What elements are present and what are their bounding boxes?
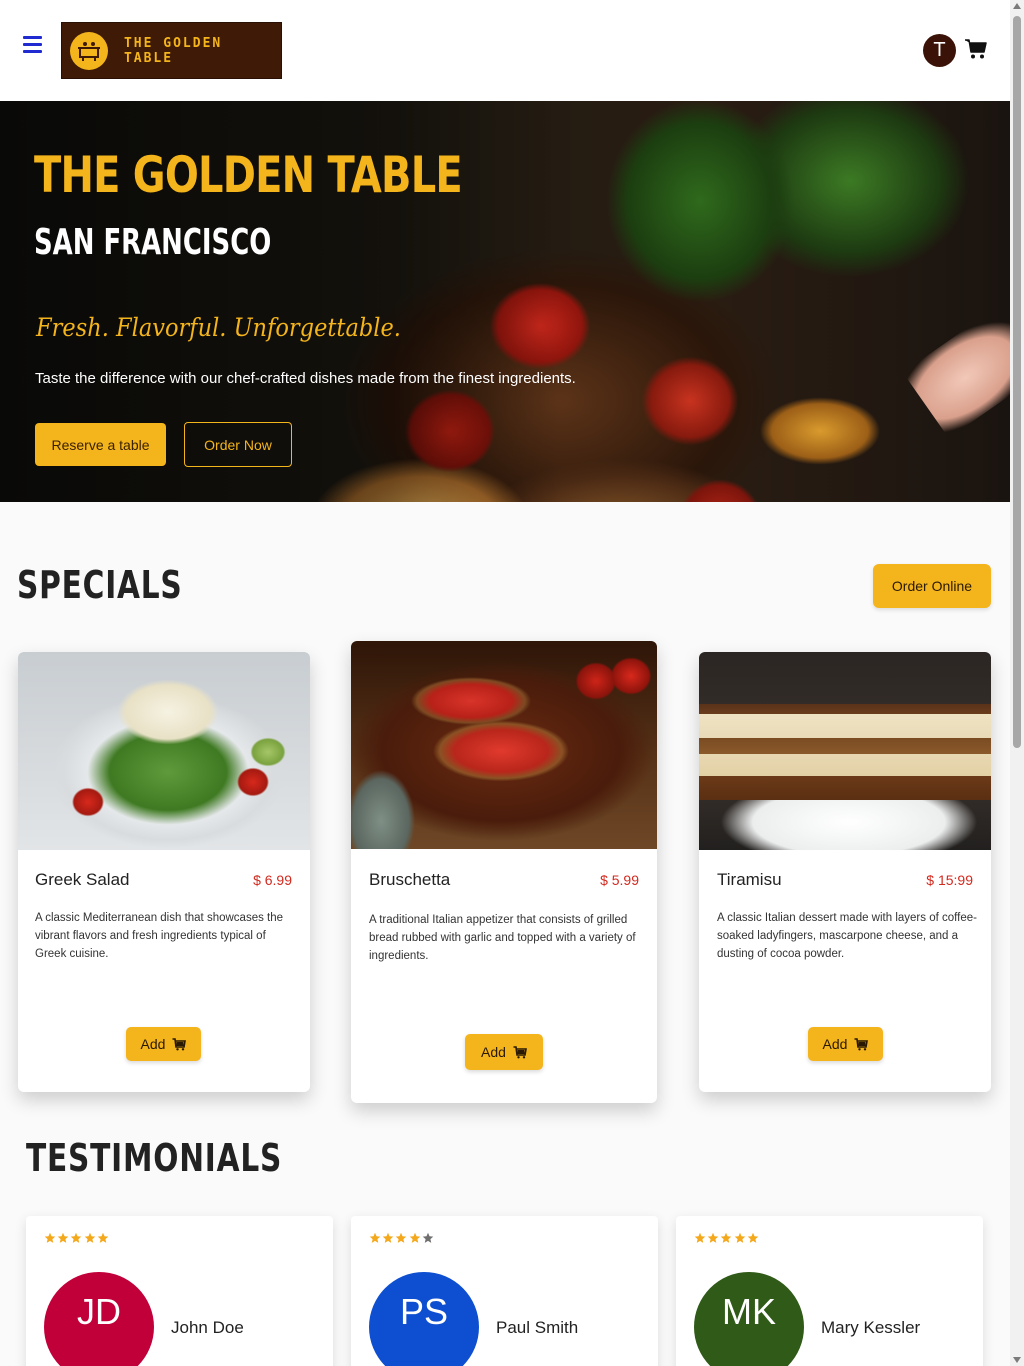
dish-description: A classic Mediterranean dish that showca…: [35, 912, 284, 960]
hero-tagline: Fresh. Flavorful. Unforgettable.: [36, 313, 401, 342]
page-scrollbar[interactable]: [1010, 0, 1024, 1366]
add-label: Add: [822, 1036, 848, 1052]
hero-subtitle: SAN FRANCISCO: [34, 222, 272, 263]
scroll-up-arrow-icon[interactable]: [1013, 3, 1021, 9]
star-filled-icon: [71, 1232, 82, 1243]
star-filled-icon: [734, 1232, 745, 1243]
cart-plus-icon: [513, 1045, 527, 1058]
dish-description: A traditional Italian appetizer that con…: [369, 914, 636, 962]
add-to-cart-button[interactable]: Add: [808, 1027, 883, 1061]
star-filled-icon: [396, 1232, 407, 1243]
add-label: Add: [481, 1044, 506, 1060]
dish-name: Greek Salad: [35, 870, 130, 889]
star-filled-icon: [369, 1232, 381, 1243]
star-filled-icon: [747, 1232, 758, 1243]
brand-logo[interactable]: THE GOLDEN TABLE: [61, 22, 282, 79]
star-filled-icon: [382, 1232, 394, 1243]
order-online-button[interactable]: Order Online: [873, 564, 991, 608]
star-filled-icon: [97, 1232, 108, 1243]
reviewer-avatar: PS: [369, 1272, 479, 1366]
star-filled-icon: [721, 1232, 732, 1243]
hero-banner: THE GOLDEN TABLE SAN FRANCISCO Fresh. Fl…: [0, 101, 1010, 502]
dish-price: $ 6.99: [253, 872, 292, 888]
page: THE GOLDEN TABLE T THE GOLDEN TABLE SAN …: [0, 0, 1024, 1366]
tiramisu-image: [699, 652, 991, 850]
cart-plus-icon: [854, 1037, 869, 1050]
add-to-cart-button[interactable]: Add: [465, 1034, 543, 1070]
dish-name: Bruschetta: [369, 870, 451, 889]
shopping-cart-icon[interactable]: [964, 38, 990, 64]
star-filled-icon: [409, 1232, 420, 1243]
scrollbar-thumb[interactable]: [1013, 16, 1021, 748]
user-avatar[interactable]: T: [923, 34, 956, 67]
reviewer-avatar: MK: [694, 1272, 804, 1366]
dish-name: Tiramisu: [717, 870, 782, 889]
testimonial-card: MK Mary Kessler: [676, 1216, 983, 1366]
testimonials-heading: TESTIMONIALS: [26, 1136, 283, 1180]
dining-table-icon: [70, 31, 108, 70]
hero-title: THE GOLDEN TABLE: [34, 146, 463, 204]
hero-description: Taste the difference with our chef-craft…: [35, 370, 576, 387]
brand-name: THE GOLDEN TABLE: [123, 35, 223, 66]
reviewer-name: Mary Kessler: [821, 1318, 921, 1337]
star-filled-icon: [694, 1232, 706, 1243]
add-label: Add: [140, 1036, 166, 1052]
hero-photo-hand: [902, 303, 1010, 439]
testimonial-card: JD John Doe: [26, 1216, 333, 1366]
star-filled-icon: [57, 1232, 69, 1243]
dish-description: A classic Italian dessert made with laye…: [717, 912, 977, 960]
dish-price: $ 15:99: [926, 872, 973, 888]
star-rating: [44, 1232, 110, 1244]
star-empty-icon: [422, 1232, 433, 1243]
reviewer-name: Paul Smith: [496, 1318, 579, 1337]
cart-plus-icon: [172, 1037, 187, 1050]
special-card: Bruschetta $ 5.99 A traditional Italian …: [351, 641, 657, 1103]
greek-salad-image: [18, 652, 310, 850]
testimonial-card: PS Paul Smith: [351, 1216, 658, 1366]
specials-heading: SPECIALS: [17, 563, 183, 607]
star-filled-icon: [707, 1232, 719, 1243]
star-rating: [369, 1232, 435, 1244]
reserve-table-button[interactable]: Reserve a table: [35, 423, 166, 466]
reviewer-name: John Doe: [171, 1318, 244, 1337]
star-rating: [694, 1232, 760, 1244]
reviewer-avatar: JD: [44, 1272, 154, 1366]
dish-price: $ 5.99: [600, 872, 639, 888]
star-filled-icon: [44, 1232, 56, 1243]
special-card: Greek Salad $ 6.99 A classic Mediterrane…: [18, 652, 310, 1092]
star-filled-icon: [84, 1232, 95, 1243]
top-navbar: THE GOLDEN TABLE T: [0, 0, 1010, 101]
hamburger-menu-icon[interactable]: [20, 36, 46, 62]
bruschetta-image: [351, 641, 657, 849]
special-card: Tiramisu $ 15:99 A classic Italian desse…: [699, 652, 991, 1092]
add-to-cart-button[interactable]: Add: [126, 1027, 201, 1061]
order-now-button[interactable]: Order Now: [184, 422, 292, 467]
scroll-down-arrow-icon[interactable]: [1013, 1357, 1021, 1363]
